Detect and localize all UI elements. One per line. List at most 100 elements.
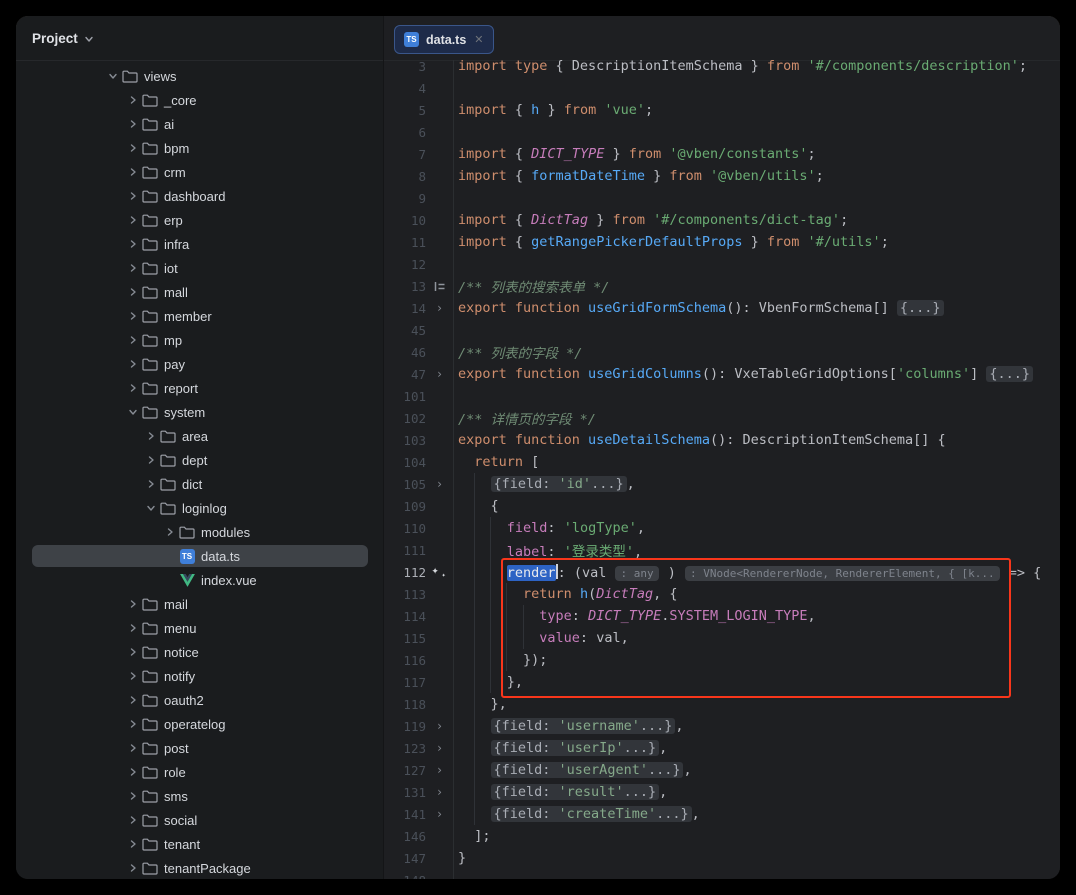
fold-chevron-icon[interactable]: ›: [426, 742, 453, 754]
code-line-4[interactable]: 4: [384, 77, 1060, 99]
tree-item-system[interactable]: system: [16, 400, 383, 424]
code-line-131[interactable]: 131› {field: 'result'...},: [384, 781, 1060, 803]
chevron-collapsed-icon[interactable]: [124, 839, 142, 849]
chevron-collapsed-icon[interactable]: [124, 215, 142, 225]
chevron-collapsed-icon[interactable]: [124, 335, 142, 345]
chevron-collapsed-icon[interactable]: [124, 743, 142, 753]
code-line-11[interactable]: 11import { getRangePickerDefaultProps } …: [384, 231, 1060, 253]
fold-chevron-icon[interactable]: ›: [426, 302, 453, 314]
fold-chevron-icon[interactable]: ›: [426, 478, 453, 490]
fold-chevron-icon[interactable]: ›: [426, 368, 453, 380]
folded-region[interactable]: {field: 'id'...}: [491, 476, 627, 492]
chevron-collapsed-icon[interactable]: [142, 431, 160, 441]
chevron-collapsed-icon[interactable]: [161, 527, 179, 537]
chevron-collapsed-icon[interactable]: [124, 791, 142, 801]
folded-region[interactable]: {field: 'userIp'...}: [491, 740, 660, 756]
tree-item-tenant[interactable]: tenant: [16, 832, 383, 856]
code-line-114[interactable]: 114 type: DICT_TYPE.SYSTEM_LOGIN_TYPE,: [384, 605, 1060, 627]
project-tree[interactable]: views_coreaibpmcrmdashboarderpinfraiotma…: [16, 60, 383, 879]
code-editor[interactable]: 3import type { DescriptionItemSchema } f…: [384, 60, 1060, 879]
chevron-collapsed-icon[interactable]: [124, 191, 142, 201]
folded-region[interactable]: {...}: [986, 366, 1033, 382]
tree-item-mall[interactable]: mall: [16, 280, 383, 304]
tree-item-data.ts[interactable]: TSdata.ts: [16, 544, 383, 568]
chevron-expanded-icon[interactable]: [104, 71, 122, 81]
chevron-collapsed-icon[interactable]: [124, 623, 142, 633]
code-line-7[interactable]: 7import { DICT_TYPE } from '@vben/consta…: [384, 143, 1060, 165]
code-line-10[interactable]: 10import { DictTag } from '#/components/…: [384, 209, 1060, 231]
tree-item-pay[interactable]: pay: [16, 352, 383, 376]
code-line-119[interactable]: 119› {field: 'username'...},: [384, 715, 1060, 737]
chevron-collapsed-icon[interactable]: [124, 263, 142, 273]
code-line-45[interactable]: 45: [384, 319, 1060, 341]
chevron-collapsed-icon[interactable]: [124, 239, 142, 249]
folded-region[interactable]: {...}: [897, 300, 944, 316]
code-line-147[interactable]: 147}: [384, 847, 1060, 869]
code-line-9[interactable]: 9: [384, 187, 1060, 209]
tree-item-sms[interactable]: sms: [16, 784, 383, 808]
code-line-123[interactable]: 123› {field: 'userIp'...},: [384, 737, 1060, 759]
fold-chevron-icon[interactable]: ›: [426, 764, 453, 776]
folded-region[interactable]: {field: 'userAgent'...}: [491, 762, 684, 778]
chevron-collapsed-icon[interactable]: [124, 815, 142, 825]
tree-item-mp[interactable]: mp: [16, 328, 383, 352]
code-line-103[interactable]: 103export function useDetailSchema(): De…: [384, 429, 1060, 451]
code-line-148[interactable]: 148: [384, 869, 1060, 879]
chevron-expanded-icon[interactable]: [124, 407, 142, 417]
chevron-collapsed-icon[interactable]: [124, 695, 142, 705]
code-line-101[interactable]: 101: [384, 385, 1060, 407]
tree-item-loginlog[interactable]: loginlog: [16, 496, 383, 520]
tree-item-oauth2[interactable]: oauth2: [16, 688, 383, 712]
tree-item-notice[interactable]: notice: [16, 640, 383, 664]
chevron-collapsed-icon[interactable]: [124, 359, 142, 369]
project-panel-header[interactable]: Project: [16, 16, 383, 61]
ai-assistant-icon[interactable]: ✦✦: [426, 564, 453, 580]
code-line-118[interactable]: 118 },: [384, 693, 1060, 715]
code-line-146[interactable]: 146 ];: [384, 825, 1060, 847]
code-line-6[interactable]: 6: [384, 121, 1060, 143]
tree-item-modules[interactable]: modules: [16, 520, 383, 544]
code-line-12[interactable]: 12: [384, 253, 1060, 275]
tree-item-area[interactable]: area: [16, 424, 383, 448]
code-line-104[interactable]: 104 return [: [384, 451, 1060, 473]
tree-item-report[interactable]: report: [16, 376, 383, 400]
tree-item-member[interactable]: member: [16, 304, 383, 328]
folded-region[interactable]: {field: 'username'...}: [491, 718, 676, 734]
code-line-109[interactable]: 109 {: [384, 495, 1060, 517]
chevron-collapsed-icon[interactable]: [124, 311, 142, 321]
sticky-lines-icon[interactable]: [426, 281, 453, 292]
tree-item-views[interactable]: views: [16, 64, 383, 88]
tree-item-operatelog[interactable]: operatelog: [16, 712, 383, 736]
chevron-collapsed-icon[interactable]: [124, 119, 142, 129]
tree-item-role[interactable]: role: [16, 760, 383, 784]
fold-chevron-icon[interactable]: ›: [426, 720, 453, 732]
chevron-collapsed-icon[interactable]: [124, 383, 142, 393]
chevron-collapsed-icon[interactable]: [142, 479, 160, 489]
chevron-collapsed-icon[interactable]: [124, 143, 142, 153]
tree-item-dept[interactable]: dept: [16, 448, 383, 472]
code-line-13[interactable]: 13/** 列表的搜索表单 */: [384, 275, 1060, 297]
tree-item-notify[interactable]: notify: [16, 664, 383, 688]
tree-item-post[interactable]: post: [16, 736, 383, 760]
code-line-105[interactable]: 105› {field: 'id'...},: [384, 473, 1060, 495]
code-line-3[interactable]: 3import type { DescriptionItemSchema } f…: [384, 60, 1060, 77]
code-line-110[interactable]: 110 field: 'logType',: [384, 517, 1060, 539]
code-line-46[interactable]: 46/** 列表的字段 */: [384, 341, 1060, 363]
folded-region[interactable]: {field: 'result'...}: [491, 784, 660, 800]
tree-item-iot[interactable]: iot: [16, 256, 383, 280]
tree-item-crm[interactable]: crm: [16, 160, 383, 184]
code-line-14[interactable]: 14›export function useGridFormSchema(): …: [384, 297, 1060, 319]
tree-item-_core[interactable]: _core: [16, 88, 383, 112]
code-line-5[interactable]: 5import { h } from 'vue';: [384, 99, 1060, 121]
code-line-115[interactable]: 115 value: val,: [384, 627, 1060, 649]
code-line-112[interactable]: 112✦✦ render: (val : any ) : VNode<Rende…: [384, 561, 1060, 583]
tree-item-erp[interactable]: erp: [16, 208, 383, 232]
chevron-expanded-icon[interactable]: [142, 503, 160, 513]
chevron-collapsed-icon[interactable]: [124, 599, 142, 609]
fold-chevron-icon[interactable]: ›: [426, 808, 453, 820]
chevron-collapsed-icon[interactable]: [142, 455, 160, 465]
tree-item-tenantPackage[interactable]: tenantPackage: [16, 856, 383, 879]
chevron-collapsed-icon[interactable]: [124, 647, 142, 657]
code-line-47[interactable]: 47›export function useGridColumns(): Vxe…: [384, 363, 1060, 385]
code-line-111[interactable]: 111 label: '登录类型',: [384, 539, 1060, 561]
